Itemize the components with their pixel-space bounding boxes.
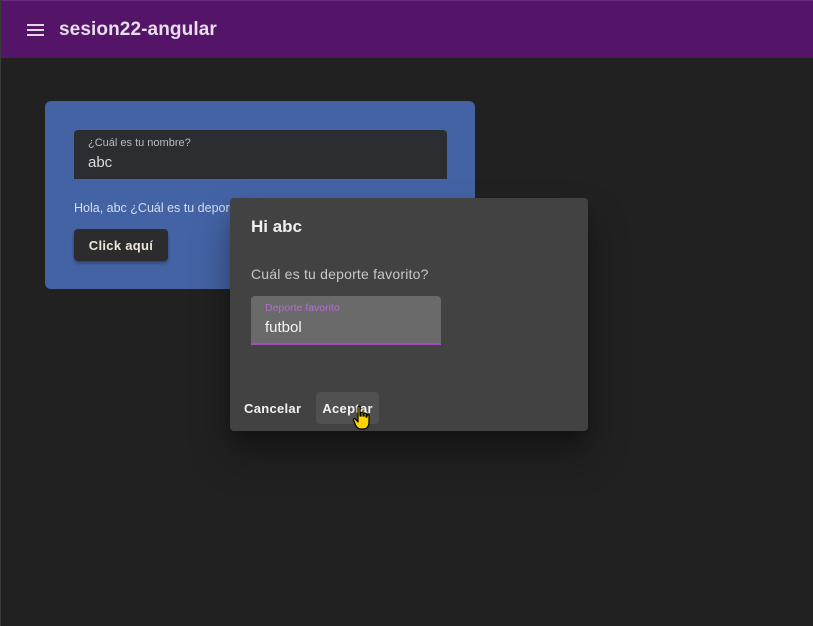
hand-pointer-cursor-icon	[352, 405, 370, 430]
dialog-title: Hi abc	[251, 217, 303, 236]
menu-icon-bar-2	[27, 28, 44, 31]
click-here-button[interactable]: Click aquí	[74, 229, 168, 261]
dialog-question: Cuál es tu deporte favorito?	[251, 266, 429, 282]
cancel-button[interactable]: Cancelar	[238, 392, 307, 424]
menu-icon-bar-1	[27, 23, 44, 26]
name-field[interactable]: ¿Cuál es tu nombre? abc	[74, 130, 447, 179]
sport-field-value[interactable]: futbol	[265, 319, 427, 336]
menu-icon[interactable]	[27, 18, 51, 42]
menu-icon-bar-3	[27, 33, 44, 36]
app-title: sesion22-angular	[59, 18, 217, 40]
app-page: sesion22-angular ¿Cuál es tu nombre? abc…	[0, 0, 813, 626]
name-field-value[interactable]: abc	[88, 154, 433, 171]
name-field-label: ¿Cuál es tu nombre?	[88, 137, 191, 149]
sport-field[interactable]: Deporte favorito futbol	[251, 296, 441, 345]
sport-field-label: Deporte favorito	[265, 302, 340, 314]
greeting-text: Hola, abc ¿Cuál es tu depor	[74, 201, 230, 215]
top-toolbar: sesion22-angular	[1, 0, 813, 58]
sport-dialog: Hi abc Cuál es tu deporte favorito? Depo…	[230, 198, 588, 431]
